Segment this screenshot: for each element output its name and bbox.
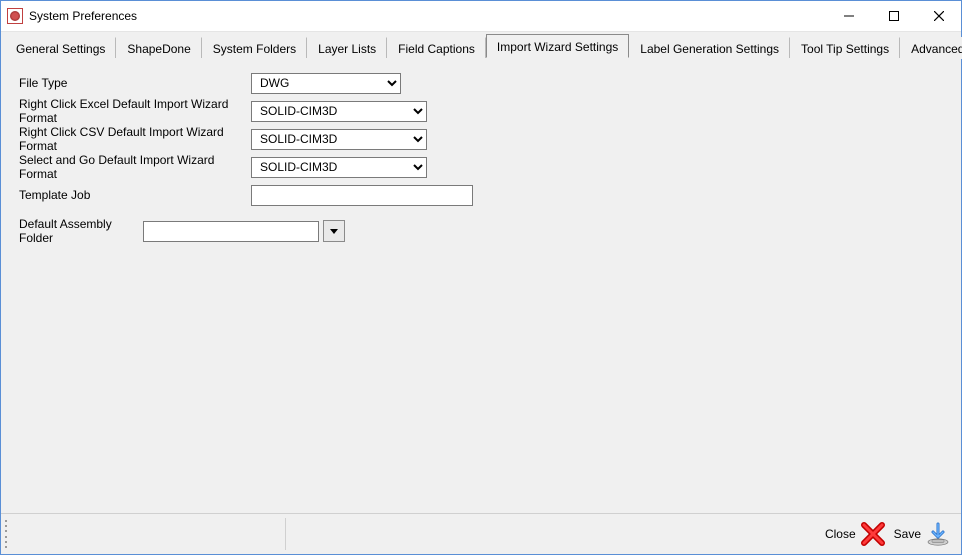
footer-separator [285,518,286,550]
combo-csv-format[interactable]: SOLID-CIM3D [251,129,427,150]
window: System Preferences General Settings Shap… [0,0,962,555]
row-file-type: File Type DWG [19,72,955,94]
close-icon [860,521,886,547]
row-template-job: Template Job [19,184,955,206]
tab-layer-lists[interactable]: Layer Lists [307,37,387,59]
close-button[interactable]: Close [821,519,890,549]
tab-shapedone[interactable]: ShapeDone [116,37,201,59]
tab-field-captions[interactable]: Field Captions [387,37,486,59]
label-csv-format: Right Click CSV Default Import Wizard Fo… [19,125,251,153]
close-window-button[interactable] [916,1,961,31]
combo-file-type[interactable]: DWG [251,73,401,94]
combo-excel-format[interactable]: SOLID-CIM3D [251,101,427,122]
content-panel: File Type DWG Right Click Excel Default … [1,58,961,513]
row-assembly-folder: Default Assembly Folder [19,220,955,242]
save-button-label: Save [894,527,921,541]
footer: Close Save [1,513,961,554]
label-excel-format: Right Click Excel Default Import Wizard … [19,97,251,125]
input-assembly-folder[interactable] [143,221,319,242]
titlebar-left: System Preferences [1,8,137,24]
row-excel-format: Right Click Excel Default Import Wizard … [19,100,955,122]
save-button[interactable]: Save [890,519,955,549]
row-selectgo-format: Select and Go Default Import Wizard Form… [19,156,955,178]
input-template-job[interactable] [251,185,473,206]
window-title: System Preferences [29,9,137,23]
tabs-row: General Settings ShapeDone System Folder… [1,32,961,58]
label-template-job: Template Job [19,188,251,202]
combo-selectgo-format[interactable]: SOLID-CIM3D [251,157,427,178]
titlebar: System Preferences [1,1,961,32]
close-button-label: Close [825,527,856,541]
tab-label-generation-settings[interactable]: Label Generation Settings [629,37,790,59]
assembly-folder-dropdown-button[interactable] [323,220,345,242]
footer-grip [3,518,9,550]
save-icon [925,521,951,547]
tab-system-folders[interactable]: System Folders [202,37,307,59]
tab-import-wizard-settings[interactable]: Import Wizard Settings [486,34,629,58]
row-csv-format: Right Click CSV Default Import Wizard Fo… [19,128,955,150]
tab-advanced-settings[interactable]: Advanced Settings [900,37,962,59]
label-assembly-folder: Default Assembly Folder [19,217,143,245]
tab-tool-tip-settings[interactable]: Tool Tip Settings [790,37,900,59]
tab-general-settings[interactable]: General Settings [5,37,116,59]
app-icon [7,8,23,24]
label-file-type: File Type [19,76,251,90]
window-controls [826,1,961,31]
label-selectgo-format: Select and Go Default Import Wizard Form… [19,153,251,181]
minimize-button[interactable] [826,1,871,31]
maximize-button[interactable] [871,1,916,31]
